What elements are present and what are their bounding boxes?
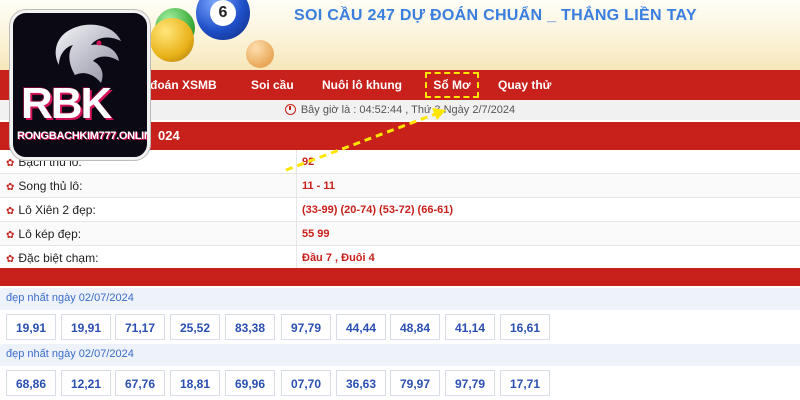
number-cell[interactable]: 19,91 <box>6 314 56 340</box>
number-cell[interactable]: 83,38 <box>225 314 275 340</box>
nav-item-so-mo[interactable]: Sổ Mơ <box>423 70 481 100</box>
prediction-value: 55 99 <box>302 228 330 240</box>
number-cell[interactable]: 18,81 <box>170 370 220 396</box>
prediction-value: 92 <box>302 156 315 168</box>
prediction-row: ✿ Đặc biệt chạm: Đầu 7 , Đuôi 4 <box>0 246 800 270</box>
number-cell[interactable]: 41,14 <box>445 314 495 340</box>
clock-icon <box>284 104 296 115</box>
lottery-ball-yellow-icon <box>150 18 194 62</box>
number-cell[interactable]: 71,17 <box>115 314 165 340</box>
banner-title: SOI CẦU 247 DỰ ĐOÁN CHUẨN _ THẮNG LIỀN T… <box>294 7 697 24</box>
nav-item-quay-thu[interactable]: Quay thử <box>498 70 551 100</box>
flower-bullet-icon: ✿ <box>6 254 15 265</box>
number-cell[interactable]: 12,21 <box>61 370 111 396</box>
prediction-label: Lô Xiên 2 đẹp: <box>18 203 96 217</box>
prediction-label: Lô kép đẹp: <box>18 227 82 241</box>
flower-bullet-icon: ✿ <box>6 206 15 217</box>
number-group-title: đẹp nhất ngày 02/07/2024 <box>6 348 134 360</box>
section-divider-bar <box>0 268 800 286</box>
prediction-row: ✿ Lô Xiên 2 đẹp: (33-99) (20-74) (53-72) … <box>0 198 800 222</box>
number-cell[interactable]: 36,63 <box>336 370 386 396</box>
nav-item-soi-cau[interactable]: Soi cầu <box>251 70 294 100</box>
number-group-row: 68,86 12,21 67,76 18,81 69,96 07,70 36,6… <box>0 370 800 400</box>
number-group-title: đẹp nhất ngày 02/07/2024 <box>6 292 134 304</box>
flower-bullet-icon: ✿ <box>6 182 15 193</box>
lottery-ball-number: 6 <box>210 0 236 26</box>
number-cell[interactable]: 69,96 <box>225 370 275 396</box>
number-cell[interactable]: 16,61 <box>500 314 550 340</box>
number-cell[interactable]: 19,91 <box>61 314 111 340</box>
number-cell[interactable]: 67,76 <box>115 370 165 396</box>
prediction-row: ✿ Song thủ lô: 11 - 11 <box>0 174 800 198</box>
number-group-row: 19,91 19,91 71,17 25,52 83,38 97,79 44,4… <box>0 314 800 344</box>
number-cell[interactable]: 97,79 <box>445 370 495 396</box>
logo-letters: RBK <box>21 79 112 128</box>
number-cell[interactable]: 44,44 <box>336 314 386 340</box>
prediction-row: ✿ Lô kép đẹp: 55 99 <box>0 222 800 246</box>
prediction-value: 11 - 11 <box>302 180 336 192</box>
lottery-ball-orange-icon <box>246 40 274 68</box>
flower-bullet-icon: ✿ <box>6 158 15 169</box>
number-cell[interactable]: 97,79 <box>281 314 331 340</box>
prediction-value: Đầu 7 , Đuôi 4 <box>302 252 375 264</box>
prediction-label: Song thủ lô: <box>18 179 83 193</box>
nav-item-nuoi-lo-khung[interactable]: Nuôi lô khung <box>322 70 402 100</box>
number-cell[interactable]: 07,70 <box>281 370 331 396</box>
prediction-table: ✿ Bạch thủ lô: 92 ✿ Song thủ lô: 11 - 11 ✿… <box>0 150 800 270</box>
rbk-logo: RBK RONGBACHKIM777.ONLINE <box>10 10 150 160</box>
current-time-text: Bây giờ là : 04:52:44 , Thứ 3 Ngày 2/7/2… <box>300 104 516 116</box>
flower-bullet-icon: ✿ <box>6 230 15 241</box>
nav-item-xsmb[interactable]: đoán XSMB <box>150 70 217 100</box>
number-cell[interactable]: 48,84 <box>390 314 440 340</box>
number-cell[interactable]: 17,71 <box>500 370 550 396</box>
logo-domain: RONGBACHKIM777.ONLINE <box>17 130 150 142</box>
prediction-value: (33-99) (20-74) (53-72) (66-61) <box>302 204 454 216</box>
prediction-label: Đặc biệt chạm: <box>18 251 99 265</box>
number-cell[interactable]: 68,86 <box>6 370 56 396</box>
lottery-ball-blue-icon: 6 <box>196 0 250 40</box>
number-cell[interactable]: 79,97 <box>390 370 440 396</box>
number-cell[interactable]: 25,52 <box>170 314 220 340</box>
section-header-text: 024 <box>158 128 180 143</box>
